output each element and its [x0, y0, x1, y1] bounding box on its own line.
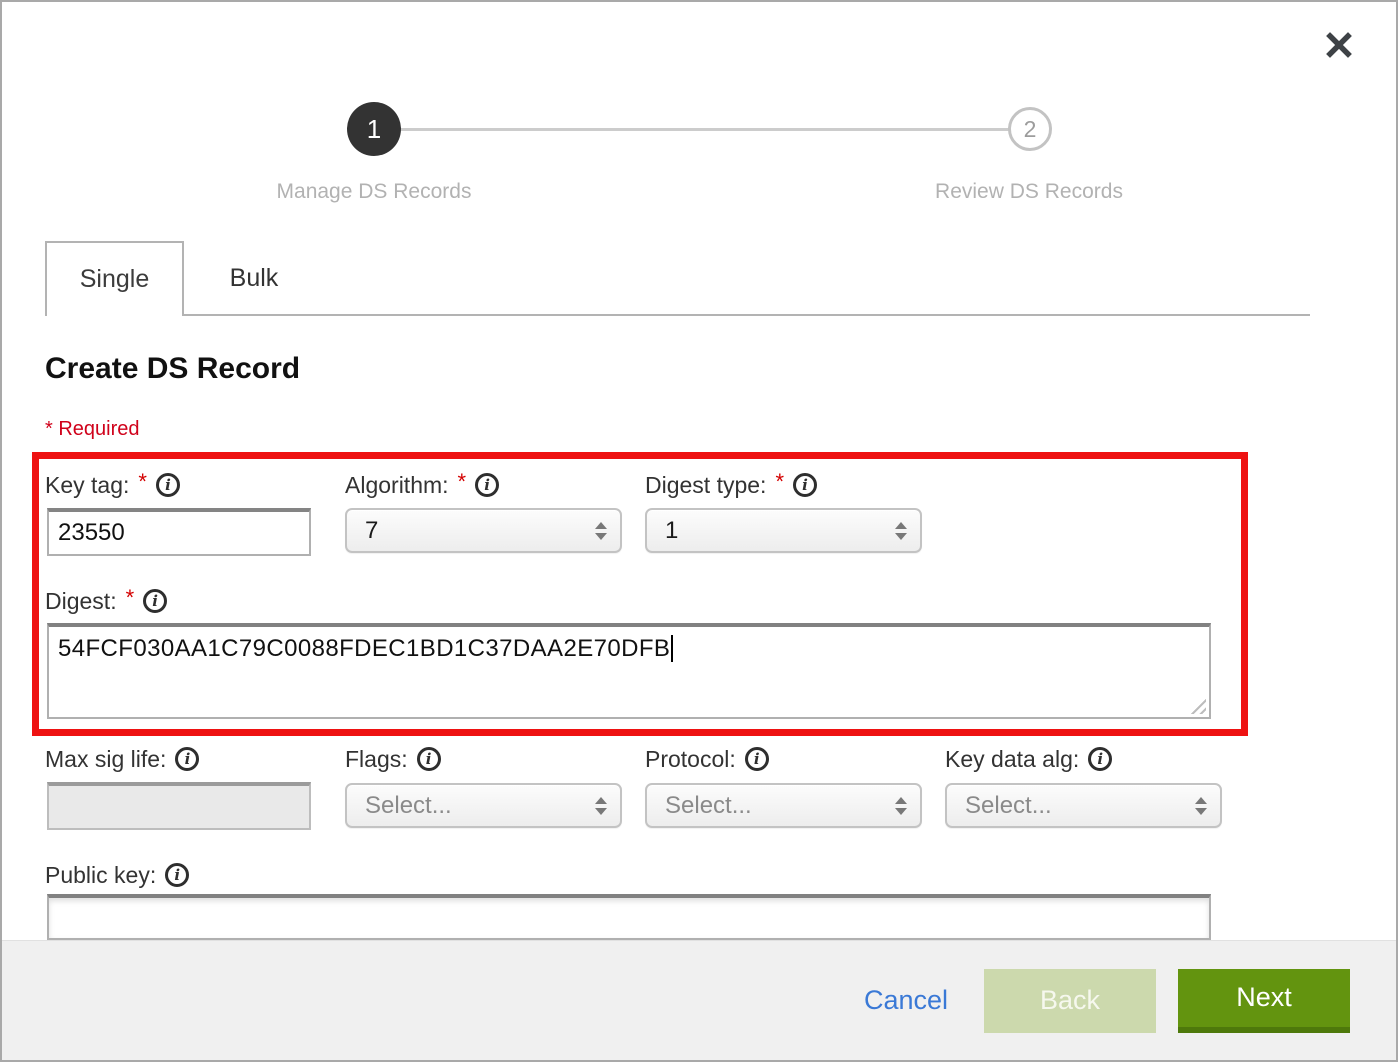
required-asterisk: * [126, 585, 135, 611]
max-sig-life-input [47, 782, 311, 830]
page-title: Create DS Record [45, 352, 300, 386]
digest-label: Digest: * i [45, 586, 167, 616]
select-arrows-icon [895, 522, 907, 540]
stepper-connector-line [400, 128, 1009, 131]
public-key-label: Public key: i [45, 860, 189, 890]
flags-label-text: Flags: [345, 746, 408, 773]
select-arrows-icon [895, 797, 907, 815]
info-icon[interactable]: i [793, 473, 817, 497]
algorithm-select-value: 7 [365, 517, 378, 545]
resize-handle-icon[interactable] [1190, 698, 1206, 714]
back-button: Back [984, 969, 1156, 1033]
algorithm-label-text: Algorithm: [345, 472, 449, 499]
required-asterisk: * [775, 469, 784, 495]
digest-value: 54FCF030AA1C79C0088FDEC1BD1C37DAA2E70DFB [58, 635, 670, 662]
text-cursor [671, 635, 673, 662]
info-icon[interactable]: i [175, 747, 199, 771]
step-1-indicator: 1 [347, 102, 401, 156]
max-sig-life-label: Max sig life: i [45, 744, 199, 774]
info-icon[interactable]: i [417, 747, 441, 771]
protocol-label: Protocol: i [645, 744, 769, 774]
select-arrows-icon [595, 522, 607, 540]
public-key-label-text: Public key: [45, 862, 156, 889]
info-icon[interactable]: i [143, 589, 167, 613]
public-key-textarea[interactable] [47, 894, 1211, 940]
required-asterisk: * [458, 469, 467, 495]
digest-type-select-value: 1 [665, 517, 678, 545]
digest-type-label-text: Digest type: [645, 472, 766, 499]
required-note: * Required [45, 418, 140, 441]
key-data-alg-select-value: Select... [965, 792, 1052, 820]
select-arrows-icon [595, 797, 607, 815]
tab-single[interactable]: Single [45, 241, 184, 316]
close-icon [1326, 32, 1352, 58]
create-ds-record-modal: 1 2 Manage DS Records Review DS Records … [0, 0, 1398, 1062]
key-data-alg-label-text: Key data alg: [945, 746, 1079, 773]
key-tag-label-text: Key tag: [45, 472, 129, 499]
cancel-button[interactable]: Cancel [864, 985, 948, 1016]
step-2-label: Review DS Records [879, 180, 1179, 204]
tab-bulk[interactable]: Bulk [184, 241, 324, 316]
key-tag-label: Key tag: * i [45, 470, 180, 500]
close-button[interactable] [1324, 30, 1354, 60]
digest-textarea[interactable]: 54FCF030AA1C79C0088FDEC1BD1C37DAA2E70DFB [47, 623, 1211, 719]
max-sig-life-label-text: Max sig life: [45, 746, 166, 773]
flags-select[interactable]: Select... [345, 783, 622, 828]
algorithm-select[interactable]: 7 [345, 508, 622, 553]
step-2-indicator: 2 [1008, 107, 1052, 151]
flags-select-value: Select... [365, 792, 452, 820]
tab-bar-divider [183, 314, 1310, 316]
info-icon[interactable]: i [156, 473, 180, 497]
protocol-label-text: Protocol: [645, 746, 736, 773]
info-icon[interactable]: i [475, 473, 499, 497]
key-data-alg-label: Key data alg: i [945, 744, 1112, 774]
required-asterisk: * [138, 469, 147, 495]
key-tag-input[interactable] [47, 508, 311, 556]
digest-type-select[interactable]: 1 [645, 508, 922, 553]
protocol-select[interactable]: Select... [645, 783, 922, 828]
select-arrows-icon [1195, 797, 1207, 815]
protocol-select-value: Select... [665, 792, 752, 820]
step-1-label: Manage DS Records [224, 180, 524, 204]
key-data-alg-select[interactable]: Select... [945, 783, 1222, 828]
info-icon[interactable]: i [165, 863, 189, 887]
digest-label-text: Digest: [45, 588, 117, 615]
digest-type-label: Digest type: * i [645, 470, 817, 500]
next-button[interactable]: Next [1178, 969, 1350, 1033]
algorithm-label: Algorithm: * i [345, 470, 499, 500]
modal-footer: Cancel Back Next [2, 940, 1396, 1060]
info-icon[interactable]: i [1088, 747, 1112, 771]
info-icon[interactable]: i [745, 747, 769, 771]
flags-label: Flags: i [345, 744, 441, 774]
